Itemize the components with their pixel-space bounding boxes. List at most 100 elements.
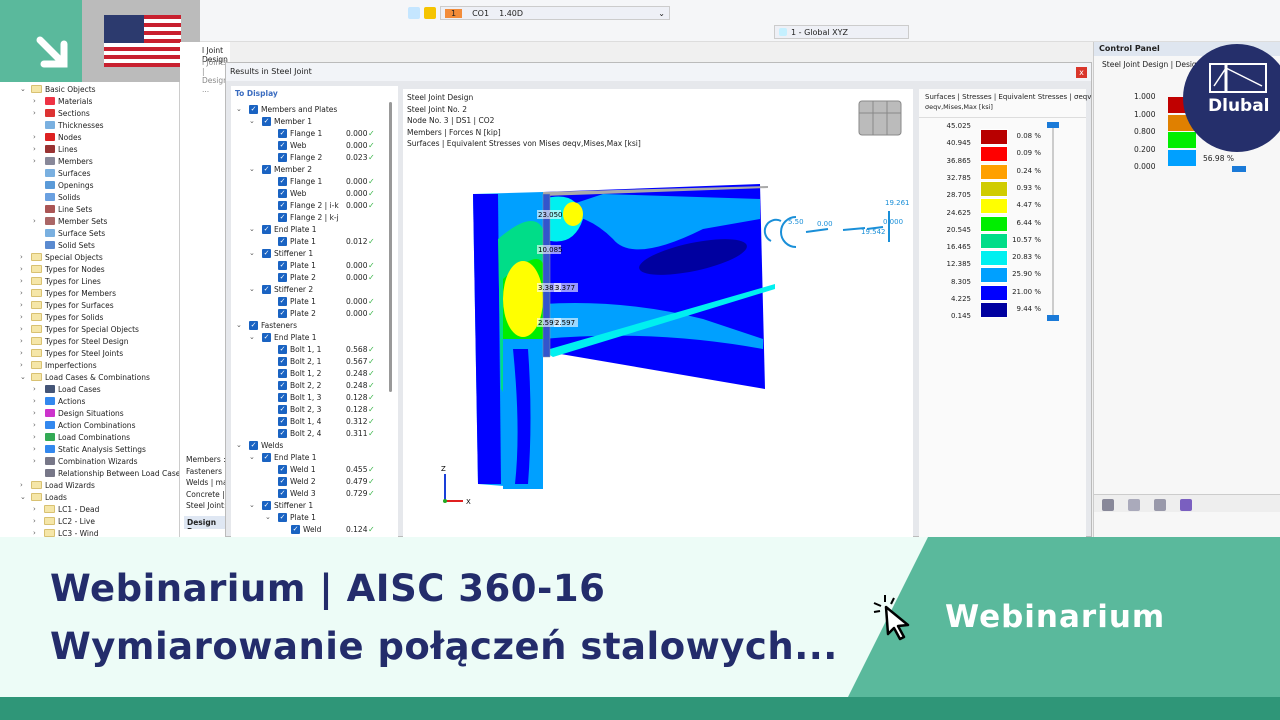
result-item[interactable]: ✓ Weld 0.124 ✓: [231, 523, 391, 535]
chevron-down-icon[interactable]: ⌄: [249, 117, 255, 125]
result-item[interactable]: ✓ Flange 2 | i-k 0.000 ✓: [231, 199, 391, 211]
result-item[interactable]: ✓ Plate 2 0.000 ✓: [231, 307, 391, 319]
result-item[interactable]: ✓ Flange 1 0.000 ✓: [231, 175, 391, 187]
chevron-down-icon[interactable]: ⌄: [249, 333, 255, 341]
result-item[interactable]: ✓ Plate 2 0.000 ✓: [231, 271, 391, 283]
tree-icon[interactable]: [1154, 499, 1166, 511]
result-item[interactable]: ⌄ ✓ Plate 1: [231, 511, 391, 523]
checkbox[interactable]: ✓: [278, 152, 287, 162]
chevron-right-icon[interactable]: ›: [33, 109, 36, 117]
chevron-down-icon[interactable]: ⌄: [20, 493, 26, 501]
load-case-select[interactable]: 1 CO1 1.40D ⌄: [440, 6, 670, 20]
chevron-right-icon[interactable]: ›: [33, 445, 36, 453]
tree-item[interactable]: › LC3 - Wind: [0, 527, 179, 537]
chevron-right-icon[interactable]: ›: [33, 433, 36, 441]
checkbox[interactable]: ✓: [278, 356, 287, 366]
chevron-right-icon[interactable]: ›: [20, 325, 23, 333]
result-item[interactable]: ✓ Plate 1 0.012 ✓: [231, 235, 391, 247]
result-item[interactable]: ✓ Weld 2 0.479 ✓: [231, 475, 391, 487]
chevron-right-icon[interactable]: ›: [20, 337, 23, 345]
coord-system-select[interactable]: 1 - Global XYZ: [774, 25, 909, 39]
result-item[interactable]: ✓ Bolt 1, 3 0.128 ✓: [231, 391, 391, 403]
result-item[interactable]: ✓ Plate 1 0.000 ✓: [231, 259, 391, 271]
chevron-right-icon[interactable]: ›: [33, 385, 36, 393]
result-item[interactable]: ⌄ ✓ Member 1: [231, 115, 391, 127]
tree-item[interactable]: › Load Combinations: [0, 431, 179, 443]
result-item[interactable]: ⌄ ✓ Welds: [231, 439, 391, 451]
legend-slider-max-handle[interactable]: [1047, 122, 1059, 128]
result-item[interactable]: ⌄ ✓ End Plate 1: [231, 451, 391, 463]
chevron-right-icon[interactable]: ›: [33, 505, 36, 513]
chevron-right-icon[interactable]: ›: [33, 529, 36, 537]
tree-item[interactable]: › Types for Special Objects: [0, 323, 179, 335]
chevron-down-icon[interactable]: ⌄: [20, 373, 26, 381]
tree-item[interactable]: Line Sets: [0, 203, 179, 215]
chevron-down-icon[interactable]: ⌄: [249, 285, 255, 293]
checkbox[interactable]: ✓: [291, 524, 300, 534]
tree-item[interactable]: › Static Analysis Settings: [0, 443, 179, 455]
checkbox[interactable]: ✓: [278, 176, 287, 186]
chevron-right-icon[interactable]: ›: [33, 397, 36, 405]
tree-item[interactable]: Thicknesses: [0, 119, 179, 131]
chevron-right-icon[interactable]: ›: [20, 349, 23, 357]
tree-item[interactable]: › Imperfections: [0, 359, 179, 371]
result-item[interactable]: ✓ Web 0.000 ✓: [231, 187, 391, 199]
tree-item[interactable]: › Member Sets: [0, 215, 179, 227]
result-item[interactable]: ⌄ ✓ Stiffener 1: [231, 499, 391, 511]
checkbox[interactable]: ✓: [278, 260, 287, 270]
chevron-down-icon[interactable]: ⌄: [236, 321, 242, 329]
result-item[interactable]: ✓ Bolt 2, 4 0.311 ✓: [231, 427, 391, 439]
tree-item[interactable]: › Special Objects: [0, 251, 179, 263]
checkbox[interactable]: ✓: [278, 428, 287, 438]
tree-item[interactable]: › Types for Steel Joints: [0, 347, 179, 359]
checkbox[interactable]: ✓: [278, 476, 287, 486]
tree-item[interactable]: ⌄ Load Cases & Combinations: [0, 371, 179, 383]
chevron-right-icon[interactable]: ›: [33, 409, 36, 417]
checkbox[interactable]: ✓: [278, 212, 287, 222]
tree-item[interactable]: Openings: [0, 179, 179, 191]
chevron-right-icon[interactable]: ›: [33, 421, 36, 429]
result-item[interactable]: ⌄ ✓ End Plate 1: [231, 331, 391, 343]
chevron-down-icon[interactable]: ⌄: [236, 441, 242, 449]
checkbox[interactable]: ✓: [278, 128, 287, 138]
chevron-right-icon[interactable]: ›: [33, 157, 36, 165]
tree-item[interactable]: › Members: [0, 155, 179, 167]
tree-item[interactable]: › Load Cases: [0, 383, 179, 395]
chevron-down-icon[interactable]: ⌄: [249, 165, 255, 173]
chevron-down-icon[interactable]: ⌄: [20, 85, 26, 93]
chevron-right-icon[interactable]: ›: [33, 217, 36, 225]
chevron-right-icon[interactable]: ›: [20, 253, 23, 261]
chevron-right-icon[interactable]: ›: [33, 97, 36, 105]
result-item[interactable]: ⌄ ✓ Fasteners: [231, 319, 391, 331]
result-item[interactable]: ⌄ ✓ Members and Plates: [231, 103, 391, 115]
checkbox[interactable]: ✓: [278, 488, 287, 498]
result-item[interactable]: ⌄ ✓ End Plate 1: [231, 223, 391, 235]
tree-item[interactable]: › Sections: [0, 107, 179, 119]
chevron-right-icon[interactable]: ›: [33, 145, 36, 153]
checkbox[interactable]: ✓: [278, 464, 287, 474]
tree-item[interactable]: › Design Situations: [0, 407, 179, 419]
tree-item[interactable]: › Actions: [0, 395, 179, 407]
checkbox[interactable]: ✓: [262, 332, 271, 342]
result-item[interactable]: ✓ Flange 1 0.000 ✓: [231, 127, 391, 139]
checkbox[interactable]: ✓: [278, 380, 287, 390]
checkbox[interactable]: ✓: [278, 296, 287, 306]
checkbox[interactable]: ✓: [249, 320, 258, 330]
checkbox[interactable]: ✓: [278, 404, 287, 414]
3d-viewport[interactable]: Steel Joint Design Steel Joint No. 2 Node …: [403, 89, 913, 538]
list-icon[interactable]: [1102, 499, 1114, 511]
checkbox[interactable]: ✓: [262, 164, 271, 174]
chevron-right-icon[interactable]: ›: [20, 289, 23, 297]
chevron-right-icon[interactable]: ›: [33, 133, 36, 141]
checkbox[interactable]: ✓: [262, 500, 271, 510]
checkbox[interactable]: ✓: [262, 248, 271, 258]
result-item[interactable]: ✓ Bolt 2, 3 0.128 ✓: [231, 403, 391, 415]
chevron-down-icon[interactable]: ⌄: [249, 501, 255, 509]
result-item[interactable]: ✓ Bolt 2, 2 0.248 ✓: [231, 379, 391, 391]
chevron-right-icon[interactable]: ›: [33, 457, 36, 465]
result-item[interactable]: ⌄ ✓ Stiffener 1: [231, 247, 391, 259]
tree-item[interactable]: ⌄ Basic Objects: [0, 83, 179, 95]
control-slider-handle[interactable]: [1232, 166, 1246, 172]
chevron-down-icon[interactable]: ⌄: [236, 105, 242, 113]
tree-item[interactable]: › LC2 - Live: [0, 515, 179, 527]
